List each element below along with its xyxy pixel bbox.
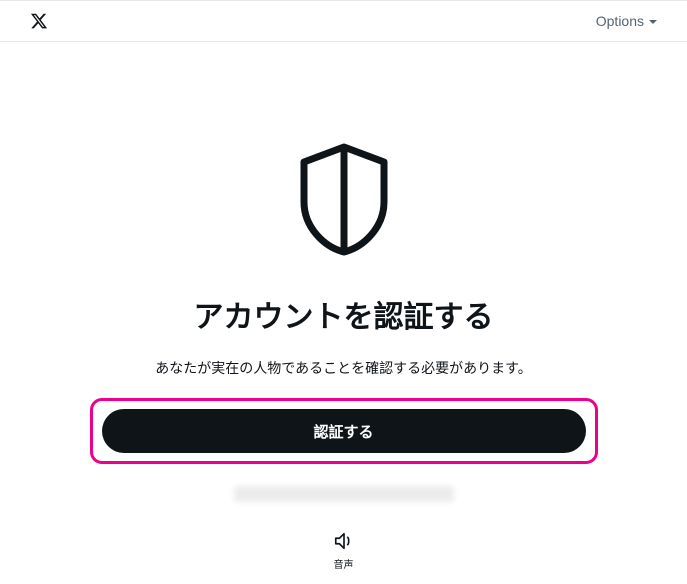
highlight-annotation: 認証する [90,398,598,464]
audio-label: 音声 [334,556,354,571]
redacted-text [234,486,454,502]
x-logo [30,12,48,30]
shield-icon [294,142,394,262]
chevron-down-icon [649,20,657,24]
audio-option[interactable]: 音声 [333,530,355,571]
x-logo-icon [30,12,48,30]
header-bar: Options [0,0,687,42]
volume-icon [333,530,355,552]
page-subtitle: あなたが実在の人物であることを確認する必要があります。 [155,358,531,378]
authenticate-button-label: 認証する [313,421,373,442]
page-title: アカウントを認証する [194,292,494,336]
authenticate-button[interactable]: 認証する [102,409,586,453]
main-content: アカウントを認証する あなたが実在の人物であることを確認する必要があります。 認… [0,42,687,571]
options-label: Options [596,13,644,29]
options-dropdown[interactable]: Options [596,13,657,29]
